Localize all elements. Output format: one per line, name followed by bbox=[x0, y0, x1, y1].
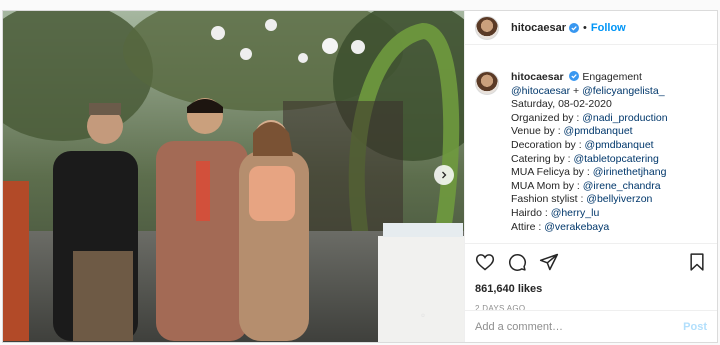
instagram-post: ✿ hitocaesar • Follow hitocaesar Engagem… bbox=[2, 10, 718, 343]
caption-line: Organized by : @nadi_production bbox=[511, 112, 668, 126]
heart-icon[interactable] bbox=[475, 252, 495, 272]
photo-illustration: ✿ bbox=[3, 11, 464, 342]
caption-line: Decoration by : @pmdbanquet bbox=[511, 139, 668, 153]
caption-tag[interactable]: @verakebaya bbox=[544, 221, 609, 233]
caption-joiner: + bbox=[570, 84, 583, 97]
caption-tag[interactable]: @bellyiverzon bbox=[586, 193, 652, 205]
username[interactable]: hitocaesar bbox=[511, 22, 566, 34]
next-photo-button[interactable] bbox=[434, 165, 454, 185]
caption-tag[interactable]: @hitocaesar bbox=[511, 85, 570, 97]
action-icons bbox=[475, 251, 707, 273]
likes-count[interactable]: 861,640 likes bbox=[475, 283, 707, 295]
caption-line: Catering by : @tabletopcatering bbox=[511, 153, 668, 167]
caption-date: Saturday, 08-02-2020 bbox=[511, 98, 612, 111]
caption-title: Engagement bbox=[582, 71, 642, 83]
caption-tag[interactable]: @pmdbanquet bbox=[564, 125, 633, 137]
caption-tag[interactable]: @tabletopcatering bbox=[573, 153, 658, 165]
comment-icon[interactable] bbox=[507, 252, 527, 272]
svg-text:✿: ✿ bbox=[421, 313, 425, 319]
caption-tag[interactable]: @irinethetjhang bbox=[593, 166, 667, 178]
caption-prefix: Hairdo : bbox=[511, 206, 551, 219]
caption-tag[interactable]: @pmdbanquet bbox=[585, 139, 654, 151]
separator-dot: • bbox=[583, 21, 587, 34]
post-photo[interactable]: ✿ bbox=[3, 11, 464, 342]
caption-line: Venue by : @pmdbanquet bbox=[511, 125, 668, 139]
caption-prefix: Fashion stylist : bbox=[511, 193, 587, 206]
bookmark-icon[interactable] bbox=[687, 252, 707, 272]
caption-line: MUA Mom by : @irene_chandra bbox=[511, 180, 668, 194]
comment-bar: Post bbox=[465, 310, 717, 342]
caption-line: Attire : @verakebaya bbox=[511, 221, 668, 235]
caption-prefix: Organized by : bbox=[511, 111, 583, 124]
caption-prefix: Attire : bbox=[511, 220, 545, 233]
post-header: hitocaesar • Follow bbox=[465, 11, 717, 45]
verified-badge-icon bbox=[569, 71, 580, 81]
caption-prefix: Decoration by : bbox=[511, 138, 585, 151]
caption-avatar[interactable] bbox=[475, 71, 499, 95]
share-icon[interactable] bbox=[539, 252, 559, 272]
avatar[interactable] bbox=[475, 15, 499, 40]
verified-badge-icon bbox=[569, 22, 580, 33]
caption-line: Saturday, 08-02-2020 bbox=[511, 98, 668, 112]
caption-prefix: Venue by : bbox=[511, 125, 564, 138]
caption-prefix: MUA Mom by : bbox=[511, 179, 583, 192]
caption: hitocaesar Engagement @hitocaesar + @fel… bbox=[475, 71, 711, 239]
caption-line: Hairdo : @herry_lu bbox=[511, 207, 668, 221]
caption-tag[interactable]: @herry_lu bbox=[551, 207, 600, 219]
caption-username[interactable]: hitocaesar bbox=[511, 71, 564, 83]
caption-tag[interactable]: @nadi_production bbox=[582, 112, 667, 124]
post-actions: 861,640 likes 2 DAYS AGO bbox=[465, 243, 717, 313]
caption-tag[interactable]: @felicyangelista_ bbox=[582, 85, 664, 97]
follow-button[interactable]: Follow bbox=[591, 22, 626, 34]
caption-tag[interactable]: @irene_chandra bbox=[583, 180, 661, 192]
caption-first-line: hitocaesar Engagement bbox=[511, 71, 668, 85]
page: ✿ hitocaesar • Follow hitocaesar Engagem… bbox=[0, 0, 720, 345]
caption-text: hitocaesar Engagement @hitocaesar + @fel… bbox=[511, 71, 668, 239]
caption-line: Fashion stylist : @bellyiverzon bbox=[511, 193, 668, 207]
caption-line: @hitocaesar + @felicyangelista_ bbox=[511, 85, 668, 99]
caption-prefix: MUA Felicya by : bbox=[511, 166, 593, 179]
caption-line: MUA Felicya by : @irinethetjhang bbox=[511, 166, 668, 180]
post-sidebar: hitocaesar • Follow hitocaesar Engagemen… bbox=[464, 11, 717, 342]
chevron-right-icon bbox=[442, 171, 447, 179]
post-comment-button[interactable]: Post bbox=[683, 321, 707, 333]
comment-input[interactable] bbox=[475, 320, 684, 333]
caption-prefix: Catering by : bbox=[511, 152, 574, 165]
